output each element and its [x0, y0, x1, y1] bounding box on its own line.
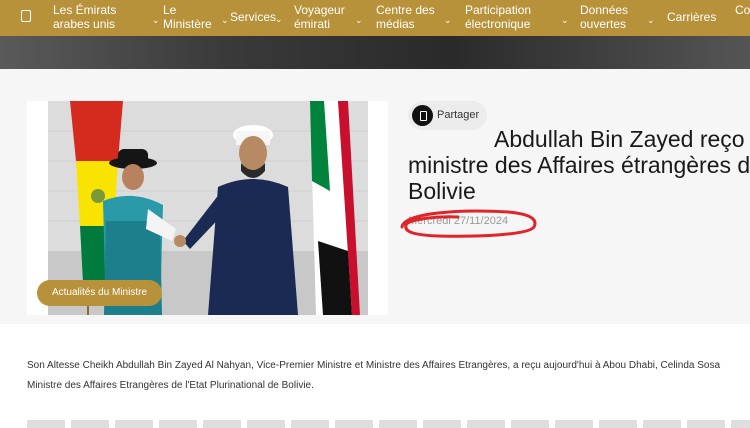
nav-label: Participation — [465, 3, 532, 17]
category-badge[interactable]: Actualités du Ministre — [37, 280, 162, 306]
nav-item-carrieres[interactable]: Carrières — [667, 10, 716, 24]
hero-banner — [0, 36, 750, 69]
nav-label: Données — [580, 3, 629, 17]
nav-label: Co — [735, 3, 750, 17]
main-navigation: Les Émirats arabes unis ⌄ Le Ministère ⌄… — [0, 0, 750, 36]
nav-label: arabes unis — [53, 17, 116, 31]
chevron-down-icon: ⌄ — [561, 15, 569, 25]
nav-label: Voyageur — [294, 3, 345, 17]
chevron-down-icon: ⌄ — [275, 14, 283, 24]
share-icon — [412, 105, 433, 126]
nav-label: Ministère — [163, 17, 212, 31]
nav-item-emirats[interactable]: Les Émirats arabes unis ⌄ — [53, 3, 160, 31]
nav-label: Services — [230, 10, 277, 24]
chevron-down-icon: ⌄ — [444, 15, 452, 25]
nav-label: ouvertes — [580, 17, 627, 31]
nav-label: électronique — [465, 17, 531, 31]
chevron-down-icon: ⌄ — [152, 15, 160, 25]
article-paragraph-line: Ministre des Affaires Etrangères de l'Et… — [27, 380, 314, 391]
nav-label: médias — [376, 17, 415, 31]
nav-item-voyageur[interactable]: Voyageur émirati ⌄ — [294, 3, 363, 31]
share-label: Partager — [437, 109, 480, 121]
nav-label: Centre des — [376, 3, 435, 17]
article-title-line: Abdullah Bin Zayed reço — [494, 126, 745, 152]
nav-label: Carrières — [667, 10, 717, 24]
red-annotation-circle — [400, 209, 537, 238]
nav-label: Le — [163, 3, 177, 17]
truncated-paragraph — [27, 420, 750, 428]
article-paragraph-line: Son Altesse Cheikh Abdullah Bin Zayed Al… — [27, 360, 721, 371]
nav-item-contact[interactable]: Co — [735, 3, 750, 17]
nav-label: Les Émirats — [53, 3, 117, 17]
nav-label: émirati — [294, 17, 331, 31]
nav-item-participation[interactable]: Participation électronique ⌄ — [465, 3, 569, 31]
article-title: Abdullah Bin Zayed reço ministre des Aff… — [408, 126, 750, 204]
article-title-line: ministre des Affaires étrangères d — [408, 152, 750, 178]
chevron-down-icon: ⌄ — [355, 15, 363, 25]
home-icon[interactable] — [21, 10, 31, 22]
chevron-down-icon: ⌄ — [221, 15, 229, 25]
chevron-down-icon: ⌄ — [647, 15, 655, 25]
nav-item-ministere[interactable]: Le Ministère ⌄ — [163, 3, 229, 31]
nav-item-services[interactable]: Services ⌄ — [230, 10, 283, 24]
nav-item-donnees[interactable]: Données ouvertes ⌄ — [580, 3, 655, 31]
nav-item-medias[interactable]: Centre des médias ⌄ — [376, 3, 452, 31]
article-title-line: Bolivie — [408, 178, 476, 204]
